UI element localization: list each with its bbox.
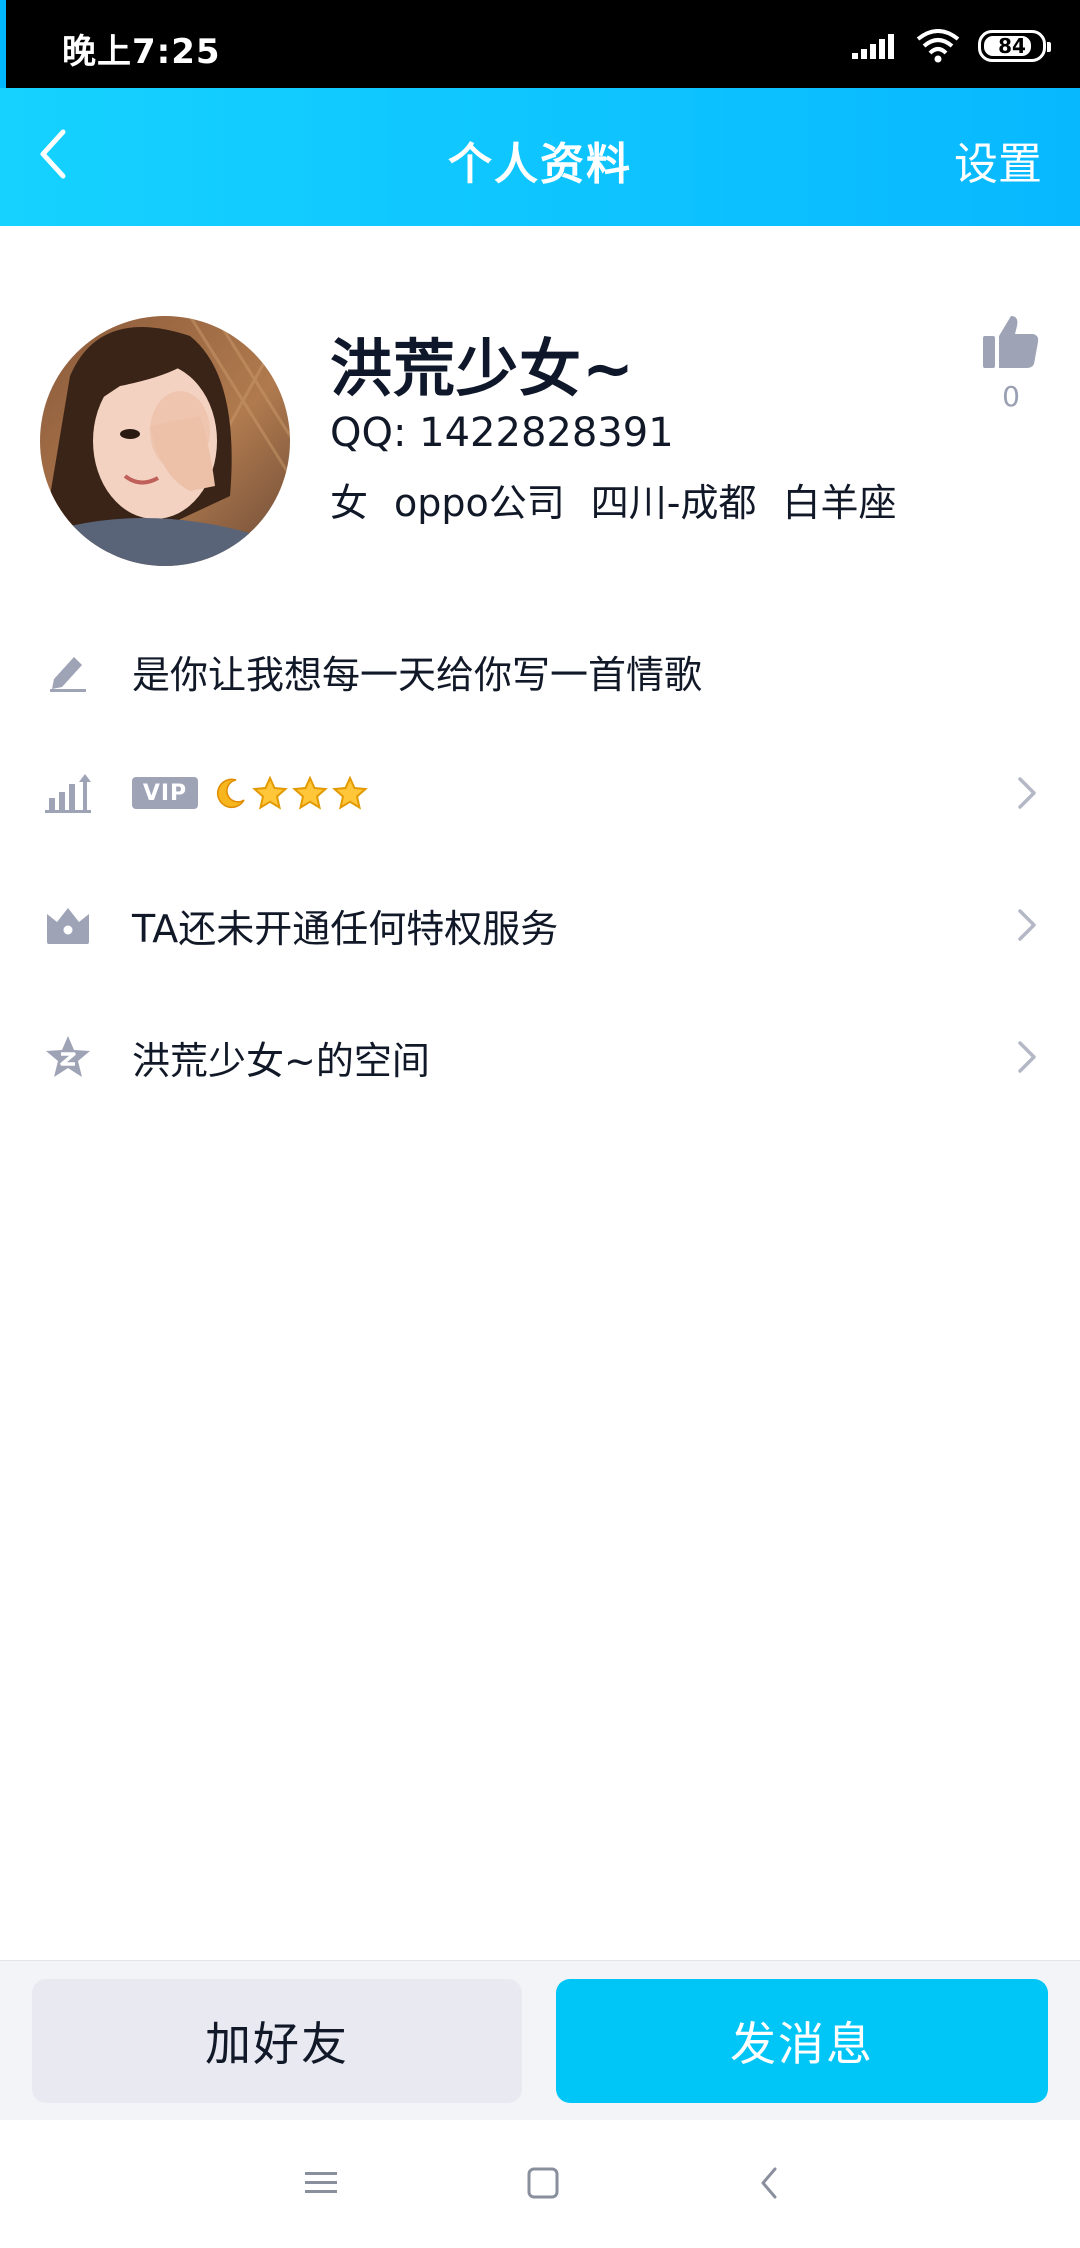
privilege-text: TA还未开通任何特权服务 <box>132 906 559 951</box>
chevron-right-icon <box>1018 1041 1036 1073</box>
signature-row[interactable]: 是你让我想每一天给你写一首情歌 <box>0 616 1080 726</box>
like-button[interactable]: 0 <box>976 312 1046 413</box>
chevron-right-icon <box>1018 909 1036 941</box>
qzone-star-icon <box>40 1029 96 1085</box>
privilege-row[interactable]: TA还未开通任何特权服务 <box>0 870 1080 980</box>
star-icon <box>332 776 368 810</box>
profile-meta: 女 oppo公司 四川-成都 白羊座 <box>330 472 897 527</box>
thumbs-up-icon <box>983 316 1039 368</box>
back-triangle-icon <box>761 2167 777 2199</box>
profile-card: 洪荒少女~ QQ: 1422828391 女 oppo公司 四川-成都 白羊座 … <box>0 226 1080 586</box>
battery-level: 84 <box>998 34 1026 58</box>
bottom-action-bar: 加好友 发消息 <box>0 1960 1080 2120</box>
profile-location: 四川-成都 <box>590 481 757 525</box>
crown-icon <box>40 897 96 953</box>
add-friend-button[interactable]: 加好友 <box>32 1979 522 2103</box>
wifi-icon <box>916 29 960 63</box>
moon-icon <box>216 778 245 809</box>
status-bar: 晚上7:25 84 <box>0 0 1080 88</box>
star-icon <box>252 776 288 810</box>
home-square-icon <box>527 2167 559 2199</box>
header: 个人资料 设置 <box>0 88 1080 226</box>
like-count: 0 <box>1002 380 1020 413</box>
avatar-image <box>40 316 290 566</box>
vip-level-row[interactable]: VIP <box>0 738 1080 848</box>
menu-button[interactable] <box>296 2158 346 2208</box>
avatar[interactable] <box>40 316 290 566</box>
status-bar-edge <box>0 0 6 88</box>
system-nav-bar <box>0 2120 1080 2248</box>
home-button[interactable] <box>518 2158 568 2208</box>
profile-gender: 女 <box>330 481 369 525</box>
profile-qq: QQ: 1422828391 <box>330 410 674 456</box>
nav-back-button[interactable] <box>744 2158 794 2208</box>
signal-icon <box>852 34 894 59</box>
status-icons: 84 <box>852 26 1051 66</box>
menu-icon <box>305 2172 337 2193</box>
settings-button[interactable]: 设置 <box>954 128 1042 192</box>
qzone-text: 洪荒少女~的空间 <box>132 1038 430 1083</box>
battery-icon: 84 <box>978 30 1051 62</box>
profile-name: 洪荒少女~ <box>330 332 635 405</box>
status-time: 晚上7:25 <box>62 32 221 72</box>
profile-zodiac: 白羊座 <box>782 481 897 525</box>
qzone-row[interactable]: 洪荒少女~的空间 <box>0 1002 1080 1112</box>
qq-level-icons <box>214 776 368 810</box>
edit-pencil-icon <box>40 643 96 699</box>
level-chart-icon <box>40 765 96 821</box>
page-title: 个人资料 <box>448 139 632 190</box>
vip-badge: VIP <box>132 777 198 809</box>
star-icon <box>292 776 328 810</box>
chevron-right-icon <box>1018 777 1036 809</box>
profile-company: oppo公司 <box>394 481 565 525</box>
signature-text: 是你让我想每一天给你写一首情歌 <box>132 652 703 697</box>
send-message-button[interactable]: 发消息 <box>556 1979 1048 2103</box>
